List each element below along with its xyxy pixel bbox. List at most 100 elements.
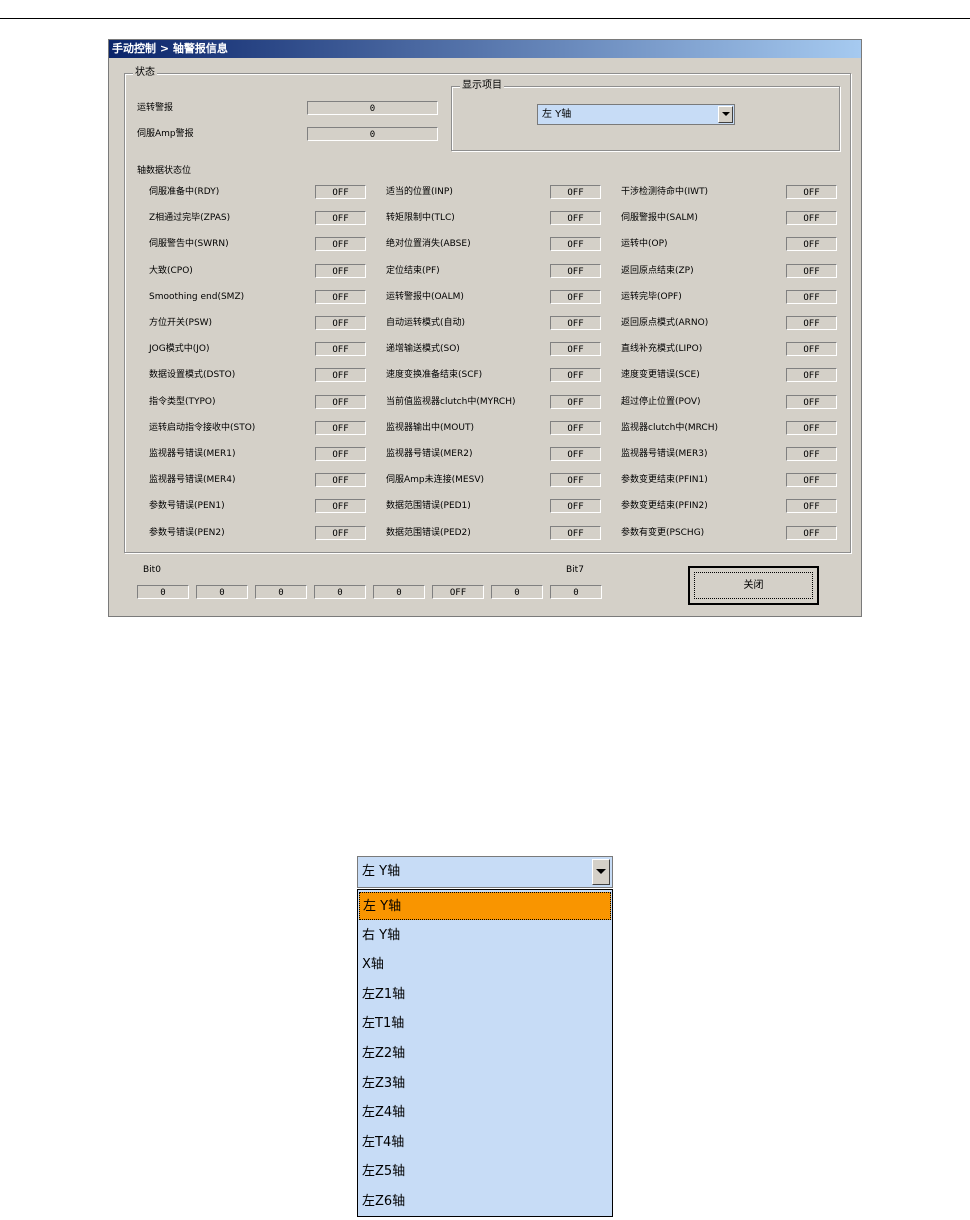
status-bit-value: OFF [786,211,837,226]
axis-option[interactable]: 左Z5轴 [359,1158,611,1186]
axis-status-bits-title: 轴数据状态位 [137,166,192,176]
status-bit-value: OFF [550,473,601,488]
status-bit-label: 参数号错误(PEN2) [149,527,225,538]
status-bit-label: 运转启动指令接收中(STO) [149,422,256,433]
status-bit-label: 返回原点结束(ZP) [621,265,694,276]
status-bit-value: OFF [550,289,601,304]
close-button[interactable]: 关闭 [688,566,819,605]
bit-value-cell: 0 [137,585,189,599]
status-bit-label: 伺服Amp未连接(MESV) [386,475,484,486]
status-bit-label: 指令类型(TYPO) [149,396,216,407]
status-bit-value: OFF [315,237,366,252]
servo-amp-alarm-value: 0 [307,127,438,141]
status-bit-label: 速度变更错误(SCE) [621,370,700,381]
status-bit-value: OFF [786,420,837,435]
bit7-label: Bit7 [566,565,584,575]
close-button-focus-ring [694,572,813,599]
axis-select[interactable]: 左 Y轴 [537,104,735,125]
bit-value-cell: 0 [550,585,602,599]
status-bit-label: 运转中(OP) [621,239,668,250]
axis-option[interactable]: 左Z1轴 [359,981,611,1009]
status-bit-label: 运转警报中(OALM) [386,291,464,302]
status-bit-label: 当前值监视器clutch中(MYRCH) [386,396,516,407]
status-bit-label: 监视器号错误(MER3) [621,449,708,459]
status-bit-value: OFF [786,185,837,199]
axis-option[interactable]: X轴 [359,951,611,979]
status-bit-value: OFF [315,499,366,514]
status-bit-label: 数据范围错误(PED1) [386,501,471,512]
status-bit-value: OFF [786,316,837,330]
status-bit-label: 运转完毕(OPF) [621,291,682,302]
status-bit-label: 绝对位置消失(ABSE) [386,239,471,250]
status-bit-value: OFF [315,525,366,540]
axis-option[interactable]: 左Z2轴 [359,1040,611,1068]
bit0-label: Bit0 [143,565,161,575]
status-bit-value: OFF [315,394,366,409]
axis-option[interactable]: 左 Y轴 [359,892,611,920]
status-bit-value: OFF [315,289,366,304]
status-bit-label: 伺服准备中(RDY) [149,187,220,197]
operation-alarm-label: 运转警报 [137,103,174,113]
status-bit-value: OFF [315,447,366,461]
axis-select-expanded-button[interactable] [592,859,610,885]
operation-alarm-value: 0 [307,101,438,115]
status-bit-label: 监视器clutch中(MRCH) [621,422,718,433]
status-bit-label: 自动运转模式(自动) [386,318,466,328]
status-bit-label: 监视器号错误(MER1) [149,449,236,459]
display-item-group-title: 显示项目 [460,79,504,93]
status-bit-value: OFF [786,394,837,409]
axis-option[interactable]: 左Z6轴 [359,1188,611,1216]
status-bit-value: OFF [315,473,366,488]
status-bit-label: 监视器号错误(MER4) [149,475,236,486]
bit-value-cell: 0 [196,585,248,599]
status-bit-value: OFF [315,263,366,278]
axis-option[interactable]: 左Z4轴 [359,1099,611,1127]
status-bit-value: OFF [550,263,601,278]
status-bit-label: 转矩限制中(TLC) [386,213,455,224]
status-bit-label: 伺服警报中(SALM) [621,213,698,224]
status-bit-value: OFF [550,237,601,252]
status-bit-value: OFF [786,237,837,252]
axis-option[interactable]: 左Z3轴 [359,1070,611,1098]
axis-select-dropdown-button[interactable] [718,106,733,123]
status-bit-label: 参数号错误(PEN1) [149,501,225,512]
axis-option[interactable]: 左T1轴 [359,1010,611,1038]
status-bit-value: OFF [786,499,837,514]
status-group-title: 状态 [133,66,157,80]
status-bit-label: 干涉检测待命中(IWT) [621,187,709,197]
status-bit-value: OFF [315,185,366,199]
status-bit-value: OFF [550,342,601,357]
status-bit-label: JOG模式中(JO) [149,344,210,355]
status-bit-label: 数据范围错误(PED2) [386,527,471,538]
bit-value-cell: 0 [255,585,307,599]
status-bit-value: OFF [550,499,601,514]
status-bit-label: 数据设置模式(DSTO) [149,370,236,381]
axis-select-expanded-value: 左 Y轴 [362,864,401,879]
status-bit-label: 监视器号错误(MER2) [386,449,473,459]
status-bit-value: OFF [315,420,366,435]
axis-select-value: 左 Y轴 [542,109,572,120]
status-bit-label: 参数变更结束(PFIN2) [621,501,708,512]
status-bit-value: OFF [550,316,601,330]
bit-value-cell: OFF [432,585,484,599]
status-bit-label: 超过停止位置(POV) [621,396,701,407]
status-bit-value: OFF [315,368,366,383]
axis-select-expanded[interactable]: 左 Y轴 [357,856,613,888]
status-bit-label: 定位结束(PF) [386,265,440,276]
status-bit-value: OFF [786,473,837,488]
status-bit-label: 参数变更结束(PFIN1) [621,475,708,486]
status-bit-label: 直线补充模式(LIPO) [621,344,703,355]
status-bit-value: OFF [786,525,837,540]
status-bit-label: 适当的位置(INP) [386,187,453,197]
status-bit-value: OFF [786,289,837,304]
bit-value-cell: 0 [314,585,366,599]
status-bit-label: 速度变换准备结束(SCF) [386,370,483,381]
axis-option[interactable]: 右 Y轴 [359,922,611,950]
chevron-down-icon [596,869,606,874]
axis-options-list: 左 Y轴右 Y轴 X轴 左Z1轴 左T1轴 左Z2轴 左Z3轴 左Z4轴 左T4轴 左Z5轴 左Z… [357,889,613,1217]
status-bit-value: OFF [550,525,601,540]
status-bit-label: 递增输送模式(SO) [386,344,460,355]
status-bit-label: 监视器输出中(MOUT) [386,422,474,433]
servo-amp-alarm-label: 伺服Amp警报 [137,129,194,139]
axis-option[interactable]: 左T4轴 [359,1129,611,1157]
